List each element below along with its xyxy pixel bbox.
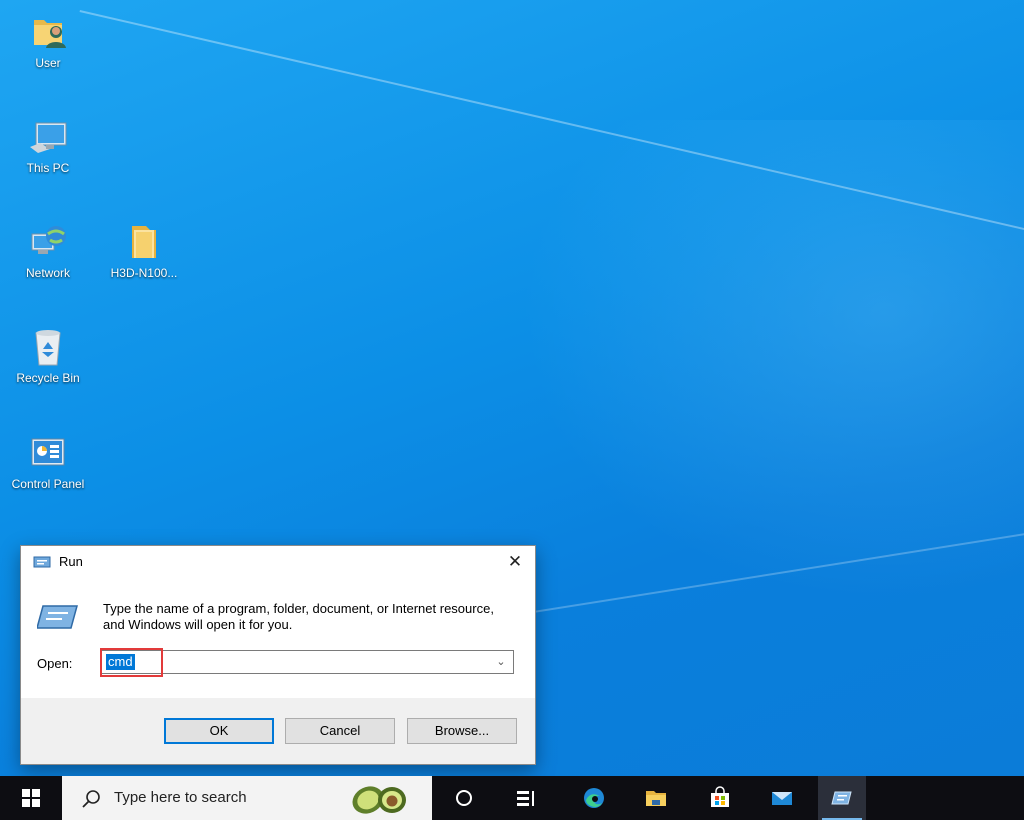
open-label: Open: — [37, 656, 73, 671]
store-button[interactable] — [696, 776, 744, 820]
taskbar-search-box[interactable]: Type here to search — [62, 776, 432, 820]
browse-button[interactable]: Browse... — [407, 718, 517, 744]
ok-button[interactable]: OK — [164, 718, 274, 744]
task-view-button[interactable] — [502, 776, 550, 820]
wallpaper-glow — [520, 120, 1024, 600]
edge-button[interactable] — [570, 776, 618, 820]
taskbar: Type here to search — [0, 776, 1024, 820]
run-footer: OK Cancel Browse... — [21, 698, 535, 764]
mail-button[interactable] — [758, 776, 806, 820]
desktop-icon-label: H3D-N100... — [110, 266, 178, 280]
network-icon — [31, 226, 66, 254]
desktop-icon-label: Recycle Bin — [16, 371, 80, 385]
run-description: Type the name of a program, folder, docu… — [103, 601, 494, 632]
search-placeholder: Type here to search — [114, 789, 247, 806]
run-icon — [831, 791, 852, 805]
close-button[interactable]: ✕ — [495, 546, 535, 578]
desktop-icon-recycle-bin[interactable]: Recycle Bin — [6, 327, 90, 386]
cancel-button[interactable]: Cancel — [285, 718, 395, 744]
run-dialog: Run ✕ Type the name of a program, folder… — [20, 545, 536, 765]
avocado-icon — [352, 786, 406, 814]
run-program-icon — [37, 605, 78, 629]
close-icon: ✕ — [507, 552, 523, 571]
mail-icon — [772, 792, 792, 805]
run-icon — [33, 556, 51, 568]
folder-icon — [132, 226, 156, 258]
desktop-icon-this-pc[interactable]: This PC — [6, 117, 90, 176]
run-taskbar-button[interactable] — [818, 776, 866, 820]
desktop: User This PC Network H3D-N100... Recycle… — [0, 0, 1024, 776]
chevron-down-icon[interactable]: ⌄ — [493, 654, 509, 670]
desktop-icon-network[interactable]: Network — [6, 222, 90, 281]
open-input[interactable]: cmd — [106, 654, 135, 670]
desktop-icon-label: User — [35, 56, 61, 70]
run-titlebar[interactable]: Run ✕ — [21, 546, 535, 578]
windows-logo-icon — [22, 789, 40, 807]
computer-icon — [30, 122, 67, 153]
task-view-icon — [517, 791, 534, 806]
file-explorer-button[interactable] — [632, 776, 680, 820]
start-button[interactable] — [0, 776, 62, 820]
recycle-bin-icon — [35, 330, 61, 366]
file-explorer-icon — [646, 791, 666, 806]
edge-icon — [584, 788, 604, 808]
search-icon — [82, 790, 100, 808]
user-folder-icon — [34, 20, 66, 48]
run-title: Run — [59, 554, 83, 569]
open-combobox[interactable]: cmd ⌄ — [101, 650, 514, 674]
microsoft-store-icon — [711, 786, 729, 807]
desktop-icon-label: Control Panel — [11, 477, 85, 491]
desktop-icon-label: Network — [25, 266, 70, 280]
desktop-icon-user[interactable]: User — [6, 12, 90, 71]
desktop-icon-control-panel[interactable]: Control Panel — [6, 433, 90, 492]
control-panel-icon — [31, 438, 65, 466]
cortana-button[interactable] — [440, 776, 488, 820]
cortana-icon — [456, 790, 472, 806]
desktop-icon-folder[interactable]: H3D-N100... — [102, 222, 186, 281]
desktop-icon-label: This PC — [26, 161, 70, 175]
